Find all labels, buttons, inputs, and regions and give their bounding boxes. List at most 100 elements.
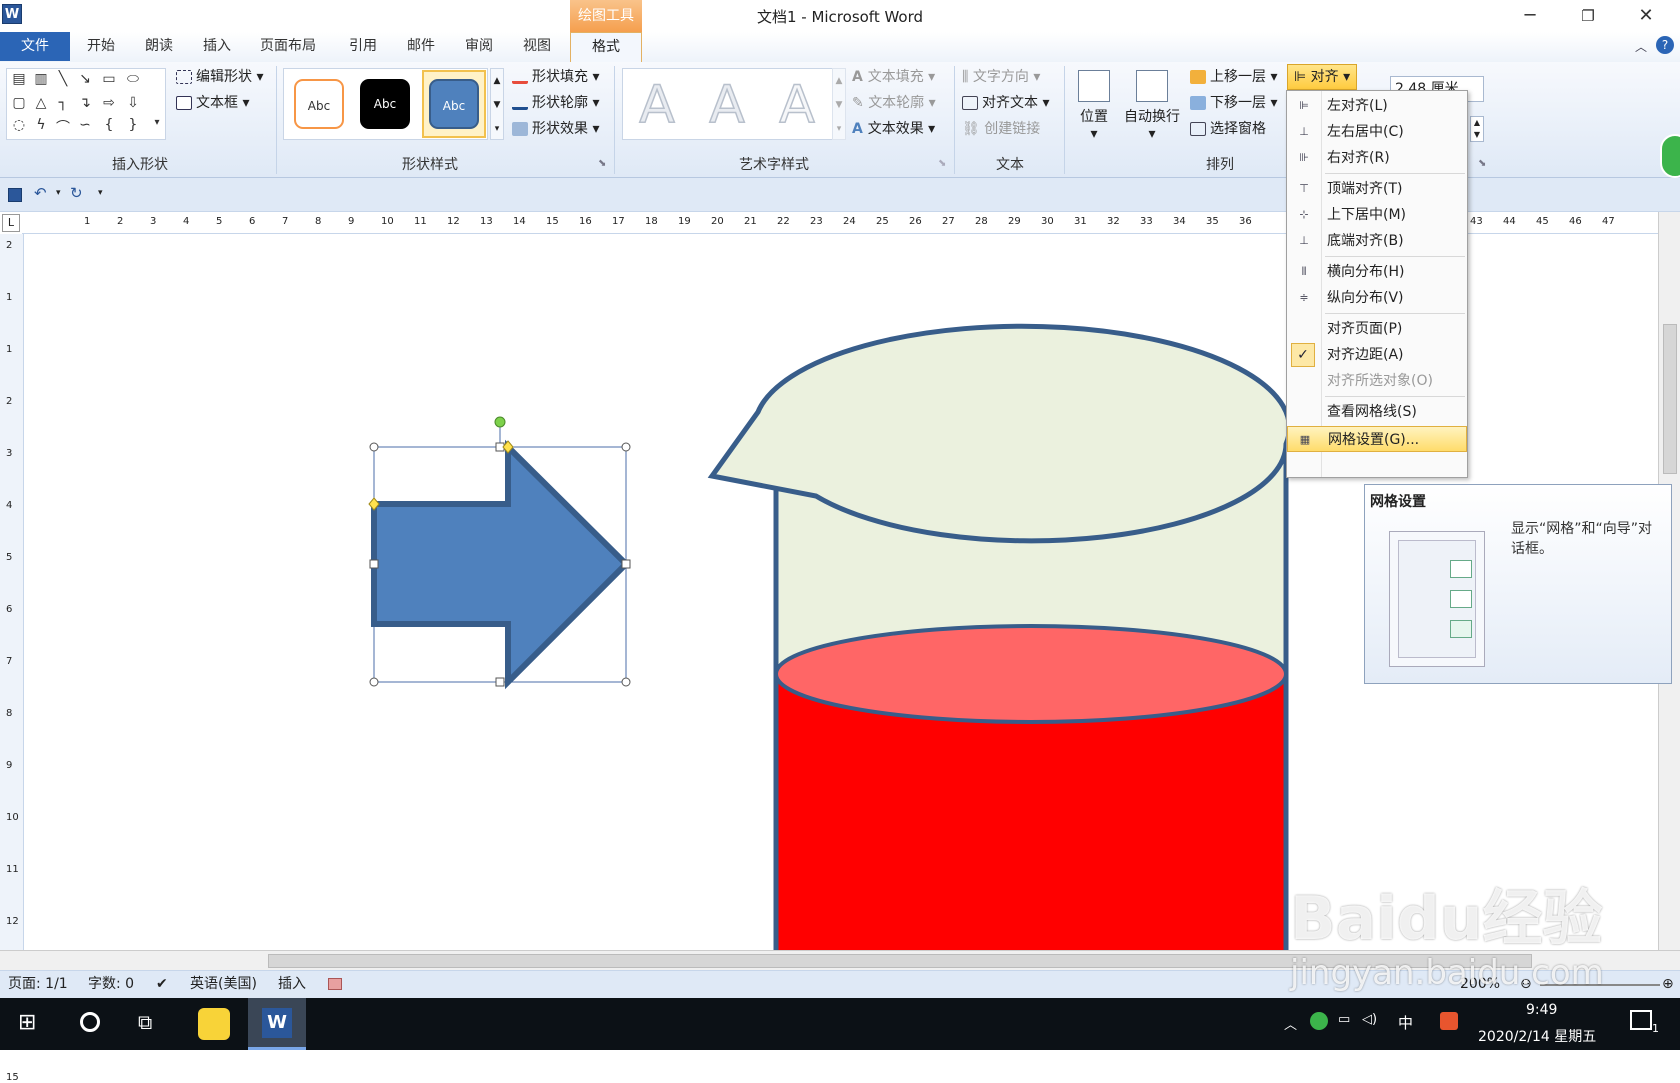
gallery-more-icon[interactable]: ▾ [147, 117, 167, 128]
arc-shape-icon[interactable]: ⌒ [53, 117, 73, 137]
menu-item-align-to-margin[interactable]: ✓ 对齐边距(A) [1287, 342, 1467, 368]
minimize-button[interactable]: ─ [1502, 0, 1558, 32]
resize-handle[interactable] [369, 559, 379, 569]
page-count[interactable]: 页面: 1/1 [8, 971, 68, 998]
language-indicator[interactable]: 英语(美国) [190, 971, 257, 998]
align-button[interactable]: ⊫ 对齐 ▾ [1287, 64, 1357, 90]
volume-icon[interactable]: ◁) [1362, 1012, 1377, 1027]
menu-item-align-middle[interactable]: ⊹ 上下居中(M) [1287, 202, 1467, 228]
word-count[interactable]: 字数: 0 [88, 971, 134, 998]
bring-forward-button[interactable]: 上移一层 ▾ [1190, 66, 1277, 88]
resize-handle[interactable] [621, 559, 631, 569]
tab-references[interactable]: 引用 [339, 32, 387, 61]
rounded-rect-shape-icon[interactable]: ▢ [9, 95, 29, 111]
freeform-shape-icon[interactable]: ◌ [9, 117, 29, 133]
menu-item-align-center[interactable]: ⊥ 左右居中(C) [1287, 119, 1467, 145]
send-backward-button[interactable]: 下移一层 ▾ [1190, 92, 1277, 114]
menu-item-distribute-horizontally[interactable]: ⫴ 横向分布(H) [1287, 259, 1467, 285]
sogou-ime-icon[interactable] [1440, 1012, 1458, 1030]
shape-fill-button[interactable]: 形状填充 ▾ [512, 66, 599, 88]
arrow-line-shape-icon[interactable]: ↘ [75, 71, 95, 87]
styles-scroll[interactable]: ▲ ▼ ▾ [490, 68, 504, 140]
macro-icon[interactable] [328, 978, 342, 990]
position-button[interactable]: 位置 ▾ [1066, 66, 1122, 150]
tab-selector[interactable]: L [2, 214, 20, 232]
tab-file[interactable]: 文件 [0, 32, 70, 61]
undo-dropdown-icon[interactable]: ▾ [56, 188, 61, 198]
insert-mode[interactable]: 插入 [278, 971, 306, 998]
shape-effects-button[interactable]: 形状效果 ▾ [512, 118, 599, 140]
left-brace-shape-icon[interactable]: { [99, 117, 119, 133]
style-swatch-blue[interactable]: Abc [429, 79, 479, 129]
undo-icon[interactable]: ↶ [34, 184, 47, 202]
right-arrow-shape[interactable] [371, 439, 631, 690]
tab-home[interactable]: 开始 [77, 32, 125, 61]
resize-handle[interactable] [369, 677, 379, 687]
menu-item-align-right[interactable]: ⊪ 右对齐(R) [1287, 145, 1467, 171]
tray-app-icon[interactable] [1310, 1012, 1328, 1030]
vertical-textbox-shape-icon[interactable]: ▥ [31, 71, 51, 87]
tray-expand-icon[interactable]: ︿ [1284, 1014, 1297, 1033]
save-icon[interactable] [8, 188, 22, 202]
align-text-button[interactable]: 对齐文本 ▾ [962, 92, 1049, 114]
wrap-text-button[interactable]: 自动换行 ▾ [1122, 66, 1182, 150]
selection-pane-button[interactable]: 选择窗格 [1190, 118, 1266, 140]
style-swatch-orange[interactable]: Abc [294, 79, 344, 129]
restore-button[interactable]: ❐ [1560, 0, 1616, 32]
tab-page-layout[interactable]: 页面布局 [250, 32, 326, 61]
notification-icon[interactable] [1630, 1010, 1652, 1030]
floating-badge-icon[interactable] [1660, 134, 1680, 178]
tab-format[interactable]: 格式 [570, 32, 642, 62]
down-arrow-shape-icon[interactable]: ⇩ [123, 95, 143, 111]
oval-shape-icon[interactable]: ⬭ [123, 71, 143, 87]
menu-item-align-left[interactable]: ⊫ 左对齐(L) [1287, 93, 1467, 119]
customize-qat-icon[interactable]: ▾ [98, 188, 103, 198]
resize-handle[interactable] [621, 677, 631, 687]
clock-date[interactable]: 2020/2/14 星期五 [1478, 1026, 1596, 1046]
resize-handle[interactable] [495, 677, 505, 687]
tab-insert[interactable]: 插入 [193, 32, 241, 61]
shape-width-spinner[interactable]: ▲ ▼ [1470, 116, 1484, 142]
vertical-scroll-thumb[interactable] [1663, 324, 1677, 474]
tab-view[interactable]: 视图 [513, 32, 561, 61]
search-icon[interactable] [80, 1012, 100, 1032]
dialog-launcher-icon[interactable]: ⬊ [598, 158, 606, 169]
menu-item-align-bottom[interactable]: ⊥ 底端对齐(B) [1287, 228, 1467, 254]
menu-item-view-gridlines[interactable]: 查看网格线(S) [1287, 399, 1467, 425]
close-button[interactable]: ✕ [1618, 0, 1674, 32]
shape-styles-gallery[interactable]: Abc Abc Abc [283, 68, 488, 140]
help-icon[interactable]: ? [1656, 36, 1674, 54]
ime-indicator[interactable]: 中 [1398, 1012, 1413, 1033]
right-arrow-shape-icon[interactable]: ⇨ [99, 95, 119, 111]
menu-item-distribute-vertically[interactable]: ≑ 纵向分布(V) [1287, 285, 1467, 311]
task-view-icon[interactable]: ⧉ [138, 1010, 152, 1034]
elbow-connector-shape-icon[interactable]: ┐ [53, 95, 73, 111]
triangle-shape-icon[interactable]: △ [31, 95, 51, 111]
windows-start-icon[interactable]: ⊞ [18, 1010, 36, 1035]
line-shape-icon[interactable]: ╲ [53, 71, 73, 87]
curve-shape-icon[interactable]: ∽ [75, 117, 95, 133]
style-swatch-black[interactable]: Abc [360, 79, 410, 129]
resize-handle[interactable] [369, 442, 379, 452]
proofing-icon[interactable]: ✔ [156, 971, 168, 998]
resize-handle[interactable] [621, 442, 631, 452]
tab-read-aloud[interactable]: 朗读 [135, 32, 183, 61]
tab-review[interactable]: 审阅 [455, 32, 503, 61]
word-app-icon[interactable]: W [2, 4, 22, 24]
chat-app-icon[interactable] [198, 1008, 230, 1040]
menu-item-grid-settings[interactable]: ▦ 网格设置(G)... [1287, 426, 1467, 452]
edit-shape-button[interactable]: 编辑形状 ▾ [176, 66, 263, 88]
elbow-arrow-shape-icon[interactable]: ↴ [75, 95, 95, 111]
textbox-shape-icon[interactable]: ▤ [9, 71, 29, 87]
dialog-launcher-icon[interactable]: ⬊ [1478, 158, 1486, 169]
scribble-shape-icon[interactable]: ϟ [31, 117, 51, 133]
redo-icon[interactable]: ↻ [70, 184, 83, 202]
menu-item-align-to-page[interactable]: 对齐页面(P) [1287, 316, 1467, 342]
tab-mailings[interactable]: 邮件 [397, 32, 445, 61]
shapes-gallery[interactable]: ▤ ▥ ╲ ↘ ▭ ⬭ ▢ △ ┐ ↴ ⇨ ⇩ ◌ ϟ ⌒ ∽ { } ▾ [6, 68, 166, 140]
rectangle-shape-icon[interactable]: ▭ [99, 71, 119, 87]
menu-item-align-top[interactable]: ⊤ 顶端对齐(T) [1287, 176, 1467, 202]
shape-outline-button[interactable]: 形状轮廓 ▾ [512, 92, 599, 114]
network-icon[interactable]: ▭ [1338, 1012, 1350, 1027]
collapse-ribbon-icon[interactable]: ︿ [1635, 38, 1647, 55]
